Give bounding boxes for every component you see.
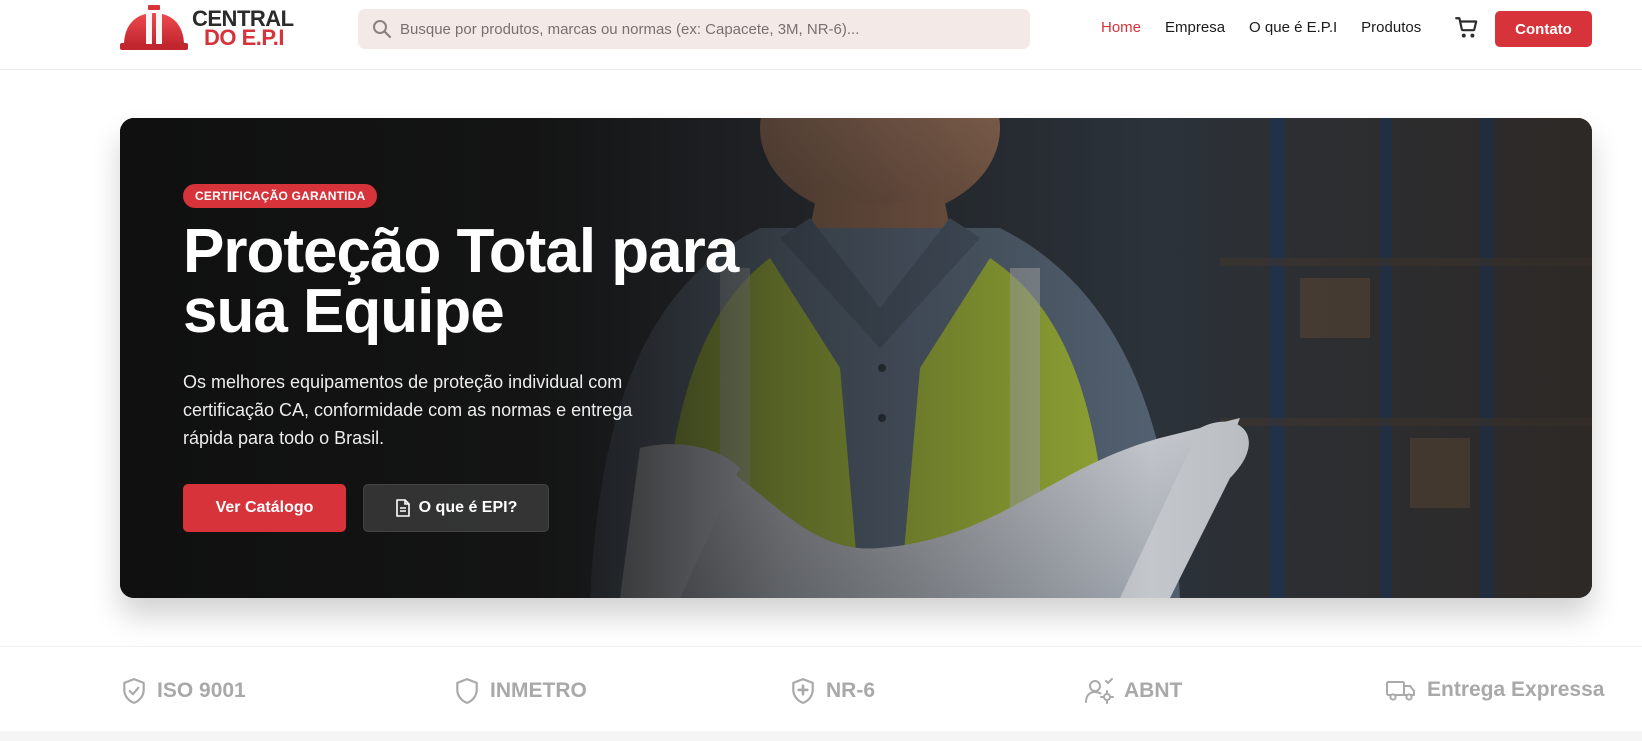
truck-icon [1386, 681, 1415, 701]
logo[interactable]: CENTRAL DO E.P.I [120, 5, 294, 53]
cart-icon [1455, 17, 1478, 38]
user-gear-icon [1085, 678, 1114, 704]
nav-o-que-e-epi[interactable]: O que é E.P.I [1249, 19, 1337, 36]
cert-nr-6: NR-6 [790, 677, 875, 705]
next-section-edge [0, 731, 1642, 741]
cert-label: Entrega Expressa [1427, 678, 1605, 701]
certifications-strip: ISO 9001 INMETRO NR-6 ABNT Entrega Expre… [0, 646, 1642, 732]
search-icon [373, 20, 392, 39]
cert-label: ISO 9001 [157, 679, 246, 702]
cert-abnt: ABNT [1084, 677, 1182, 705]
search-input[interactable] [400, 20, 1000, 38]
what-is-epi-button[interactable]: O que é EPI? [363, 484, 549, 532]
shield-check-icon [123, 678, 145, 704]
catalog-button[interactable]: Ver Catálogo [183, 484, 346, 532]
nav-produtos[interactable]: Produtos [1361, 19, 1421, 36]
hero-banner: CERTIFICAÇÃO GARANTIDA Proteção Total pa… [120, 118, 1592, 598]
what-is-epi-label: O que é EPI? [418, 499, 518, 516]
shield-plus-icon [792, 678, 814, 704]
document-icon [395, 499, 410, 517]
cert-inmetro: INMETRO [454, 677, 587, 705]
shield-icon [456, 678, 478, 704]
certification-badge: CERTIFICAÇÃO GARANTIDA [183, 184, 378, 208]
hero-description: Os melhores equipamentos de proteção ind… [183, 372, 633, 448]
logo-line-2: DO E.P.I [204, 25, 284, 50]
cert-iso-9001: ISO 9001 [121, 677, 246, 705]
logo-wordmark: CENTRAL DO E.P.I [192, 8, 294, 50]
cert-label: ABNT [1124, 679, 1183, 702]
nav-home[interactable]: Home [1101, 19, 1141, 36]
cert-label: INMETRO [490, 679, 587, 702]
hero-title: Proteção Total para sua Equipe [183, 217, 739, 346]
helmet-logo-icon [120, 5, 188, 50]
nav-empresa[interactable]: Empresa [1165, 19, 1225, 36]
cert-label: NR-6 [826, 679, 876, 702]
site-header: CENTRAL DO E.P.I Home Empresa O que é E.… [0, 0, 1642, 70]
cert-entrega-expressa: Entrega Expressa [1385, 677, 1604, 703]
main-nav: Home Empresa O que é E.P.I Produtos [1101, 19, 1445, 36]
search-bar[interactable] [358, 9, 1030, 49]
contact-button[interactable]: Contato [1495, 11, 1592, 47]
cart-button[interactable] [1454, 15, 1480, 41]
